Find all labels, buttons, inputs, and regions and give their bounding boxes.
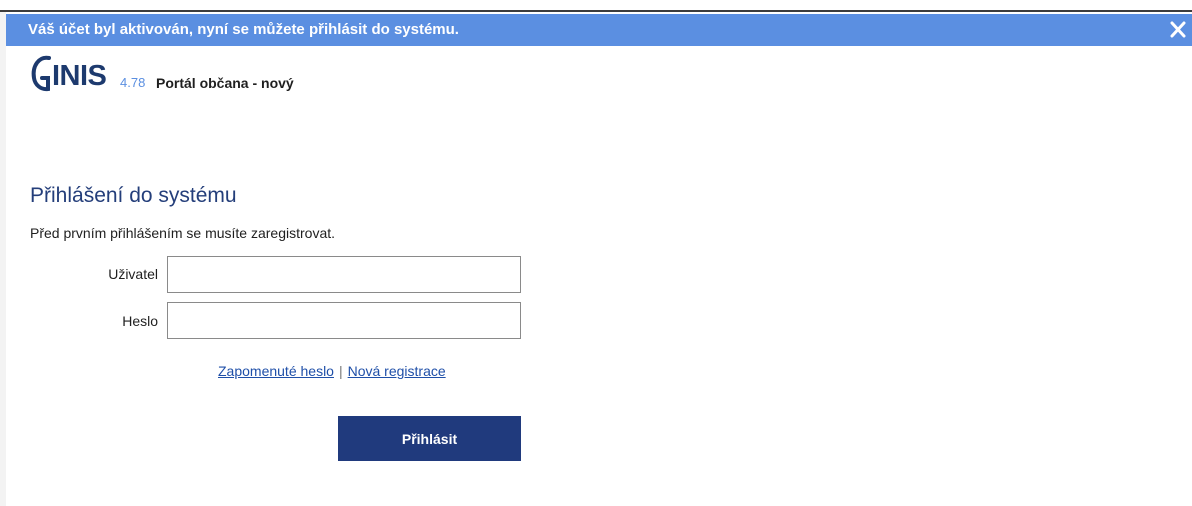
left-edge [0, 0, 6, 506]
forgot-password-link[interactable]: Zapomenuté heslo [218, 363, 334, 379]
auth-links: Zapomenuté heslo | Nová registrace [218, 362, 446, 380]
username-input[interactable] [167, 256, 521, 293]
login-title: Přihlášení do systému [30, 184, 237, 207]
version-number: 4.78 [120, 75, 146, 90]
link-separator: | [338, 363, 343, 379]
password-input[interactable] [167, 302, 521, 339]
registration-note: Před prvním přihlášením se musíte zaregi… [30, 225, 336, 241]
close-icon[interactable] [1166, 16, 1190, 42]
ginis-g-logo-icon [31, 55, 51, 92]
brand-name: INIS [52, 60, 107, 92]
username-label: Uživatel [108, 266, 158, 282]
new-registration-link[interactable]: Nová registrace [348, 363, 446, 379]
top-divider [0, 0, 1192, 12]
login-button[interactable]: Přihlásit [338, 416, 521, 461]
notification-message: Váš účet byl aktivován, nyní se můžete p… [28, 21, 459, 38]
page: Váš účet byl aktivován, nyní se můžete p… [0, 0, 1192, 506]
password-label: Heslo [122, 313, 158, 329]
notification-bar: Váš účet byl aktivován, nyní se můžete p… [0, 0, 1192, 46]
product-name: Portál občana - nový [156, 75, 294, 91]
